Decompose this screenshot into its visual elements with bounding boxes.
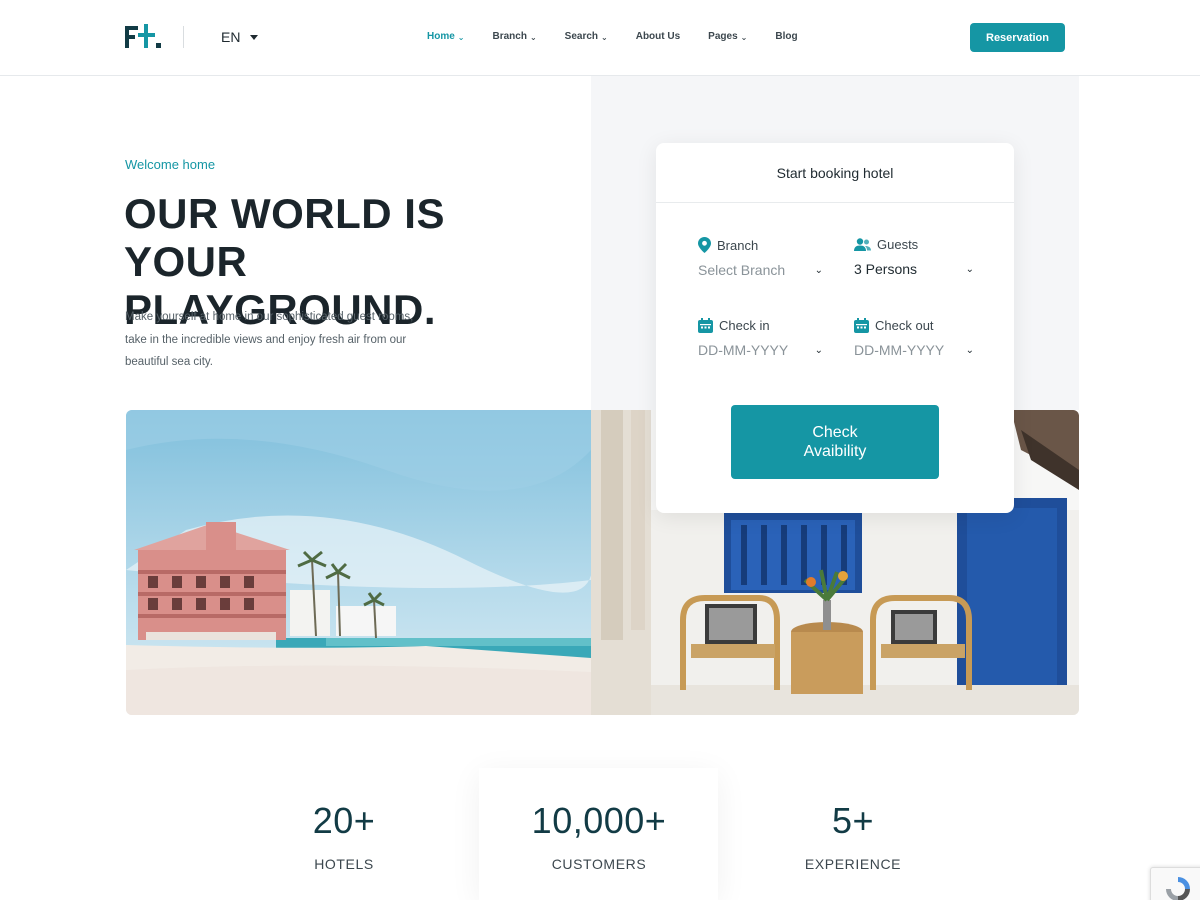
chevron-down-icon: ⌄ [965,263,974,275]
branch-field: Branch Select Branch ⌄ [698,237,823,278]
chevron-down-icon: ⌄ [965,344,974,356]
check-out-field: Check out DD-MM-YYYY ⌄ [854,318,974,358]
nav-item-about-us[interactable]: About Us [636,31,680,42]
check-out-label: Check out [875,318,934,333]
hero-description: Make yourself at home in our sophisticat… [125,311,414,368]
guests-label: Guests [877,237,919,252]
check-availability-button[interactable]: Check Avaibility [731,405,939,479]
guests-label-row: Guests [854,237,974,252]
logo-icon[interactable] [125,24,163,50]
beach-resort-image [126,410,591,715]
stat-hotels: 20+ HOTELS [224,800,464,872]
main-nav: Home ⌄ Branch ⌄ Search ⌄ About Us Pages ⌄ Bl… [427,31,826,42]
stat-experience: 5+ EXPERIENCE [733,800,973,872]
nav-label: Branch [492,31,527,42]
stat-number: 10,000+ [531,800,667,841]
guests-field: Guests 3 Persons ⌄ [854,237,974,277]
nav-item-home[interactable]: Home ⌄ [427,31,465,42]
chevron-down-icon: ⌄ [601,33,608,42]
branch-placeholder: Select Branch [698,262,786,278]
check-in-label-row: Check in [698,318,823,333]
caret-down-icon [250,34,259,40]
check-out-placeholder: DD-MM-YYYY [854,342,945,358]
recaptcha-icon [1166,877,1190,900]
branch-label: Branch [717,237,759,253]
branch-label-row: Branch [698,237,823,253]
chevron-down-icon: ⌄ [529,33,537,42]
booking-card-divider [656,202,1014,203]
nav-label: Blog [775,31,798,42]
language-selector[interactable]: EN [221,29,259,45]
check-out-date-input[interactable]: DD-MM-YYYY ⌄ [854,342,974,358]
site-header: EN Home ⌄ Branch ⌄ Search ⌄ About Us Pages ⌄… [0,0,1200,76]
booking-card-title: Start booking hotel [776,165,894,181]
nav-label: About Us [635,31,681,42]
calendar-icon [698,318,713,333]
reservation-button[interactable]: Reservation [970,23,1065,52]
check-button-line-2: Avaibility [803,443,867,460]
check-button-line-1: Check [812,424,858,441]
nav-item-pages[interactable]: Pages ⌄ [708,31,747,42]
header-divider [183,26,184,48]
stat-number: 5+ [831,800,875,841]
chevron-down-icon: ⌄ [740,33,748,42]
stat-label: CUSTOMERS [551,856,647,872]
nav-item-blog[interactable]: Blog [775,31,797,42]
recaptcha-badge[interactable] [1150,867,1200,900]
guests-value: 3 Persons [854,261,918,277]
stat-number: 20+ [312,800,376,841]
hero-title-line-1: OUR WORLD IS YOUR [124,190,445,285]
nav-label: Search [564,31,599,42]
location-pin-icon [698,237,711,253]
branch-select[interactable]: Select Branch ⌄ [698,262,823,278]
check-in-placeholder: DD-MM-YYYY [698,342,789,358]
chevron-down-icon: ⌄ [814,264,823,276]
stat-label: HOTELS [314,856,374,872]
chevron-down-icon: ⌄ [457,33,465,42]
nav-label: Home [427,31,455,42]
nav-item-search[interactable]: Search ⌄ [565,31,608,42]
stat-label: EXPERIENCE [804,856,902,872]
guests-select[interactable]: 3 Persons ⌄ [854,261,974,277]
nav-label: Pages [708,31,738,42]
nav-item-branch[interactable]: Branch ⌄ [493,31,537,42]
booking-card: Start booking hotel Branch Select Branch… [656,143,1014,513]
stat-customers: 10,000+ CUSTOMERS [479,800,719,872]
welcome-text: Welcome home [125,157,216,172]
check-in-label: Check in [719,318,770,333]
calendar-icon [854,318,869,333]
check-in-date-input[interactable]: DD-MM-YYYY ⌄ [698,342,823,358]
chevron-down-icon: ⌄ [814,344,823,356]
users-icon [854,238,871,251]
check-in-field: Check in DD-MM-YYYY ⌄ [698,318,823,358]
check-out-label-row: Check out [854,318,974,333]
language-label: EN [221,29,241,45]
